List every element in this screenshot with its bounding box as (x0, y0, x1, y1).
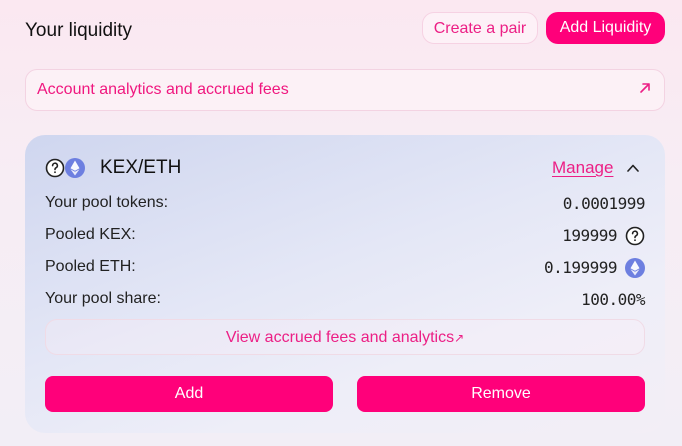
arrow-up-right-icon: ↗ (454, 331, 465, 345)
pooled-eth-row: Pooled ETH: 0.199999 (45, 258, 645, 280)
add-button[interactable]: Add (45, 376, 333, 412)
pair-token-icons (45, 158, 85, 178)
pool-share-row: Your pool share: 100.00% (45, 290, 645, 312)
arrow-up-right-icon (640, 83, 650, 93)
question-circle-icon (45, 158, 65, 178)
account-analytics-label: Account analytics and accrued fees (37, 81, 289, 98)
ethereum-icon (65, 158, 85, 178)
question-circle-icon (625, 226, 645, 246)
view-fees-link[interactable]: View accrued fees and analytics↗ (45, 319, 645, 355)
manage-link[interactable]: Manage (552, 158, 613, 178)
add-liquidity-button[interactable]: Add Liquidity (546, 12, 665, 44)
pool-tokens-label: Your pool tokens: (45, 194, 169, 211)
remove-button[interactable]: Remove (357, 376, 645, 412)
chevron-up-icon[interactable] (626, 161, 640, 175)
pooled-eth-label: Pooled ETH: (45, 258, 136, 275)
pooled-eth-value: 0.199999 (543, 258, 618, 277)
pair-name: KEX/ETH (100, 157, 182, 178)
create-pair-button[interactable]: Create a pair (422, 12, 538, 44)
pool-share-label: Your pool share: (45, 290, 161, 307)
pool-share-value: 100.00% (581, 290, 645, 309)
pool-tokens-row: Your pool tokens: 0.0001999 (45, 194, 646, 216)
pooled-kex-label: Pooled KEX: (45, 226, 136, 243)
pool-tokens-value: 0.0001999 (562, 194, 646, 213)
account-analytics-link[interactable]: Account analytics and accrued fees (25, 69, 665, 111)
pooled-kex-value: 199999 (562, 226, 617, 245)
page-title: Your liquidity (25, 20, 133, 41)
pooled-kex-row: Pooled KEX: 199999 (45, 226, 645, 248)
pool-card: KEX/ETH Manage Your pool tokens: 0.00019… (25, 135, 665, 433)
ethereum-icon (625, 258, 645, 278)
view-fees-label: View accrued fees and analytics (225, 329, 455, 346)
